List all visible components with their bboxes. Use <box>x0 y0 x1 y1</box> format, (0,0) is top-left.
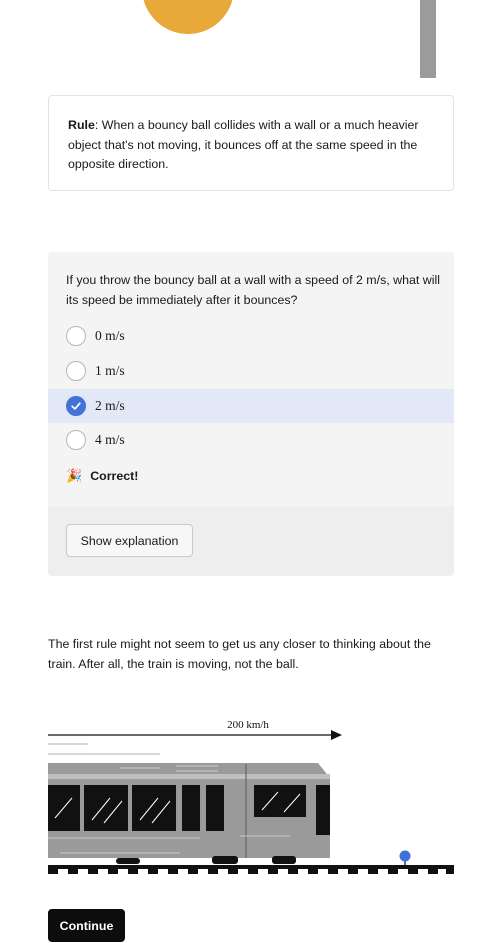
check-icon[interactable] <box>66 396 86 416</box>
option-3[interactable]: 4 m/s <box>48 423 454 457</box>
option-label: 2 m/s <box>95 398 125 413</box>
question-text: If you throw the bouncy ball at a wall w… <box>66 273 440 307</box>
rule-card: Rule: When a bouncy ball collides with a… <box>48 95 454 191</box>
option-label: 4 m/s <box>95 432 125 447</box>
ball-icon <box>399 850 411 862</box>
rail-track <box>48 865 454 874</box>
show-explanation-button[interactable]: Show explanation <box>66 524 193 557</box>
feedback-correct: 🎉 Correct! <box>66 468 138 484</box>
option-0[interactable]: 0 m/s <box>48 319 454 353</box>
option-label: 1 m/s <box>95 363 125 378</box>
option-label: 0 m/s <box>95 328 125 343</box>
bouncy-ball-illustration <box>142 0 234 34</box>
rule-label: Rule <box>68 118 95 132</box>
motion-lines <box>48 743 160 755</box>
option-2[interactable]: 2 m/s <box>48 389 454 423</box>
continue-button[interactable]: Continue <box>48 909 125 942</box>
speed-label: 200 km/h <box>227 719 269 731</box>
train-diagram: 200 km/h <box>48 719 454 874</box>
explanation-area: Show explanation <box>48 506 454 576</box>
radio-button[interactable] <box>66 326 86 346</box>
quiz-card: If you throw the bouncy ball at a wall w… <box>48 252 454 576</box>
train <box>48 763 330 864</box>
body-paragraph: The first rule might not seem to get us … <box>48 637 431 671</box>
feedback-text: Correct! <box>90 469 139 483</box>
radio-button[interactable] <box>66 361 86 381</box>
party-popper-icon: 🎉 <box>66 468 83 483</box>
arrow-head-icon <box>331 730 342 740</box>
option-1[interactable]: 1 m/s <box>48 354 454 388</box>
radio-button[interactable] <box>66 430 86 450</box>
rule-text: : When a bouncy ball collides with a wal… <box>68 118 419 171</box>
wall-illustration <box>420 0 436 78</box>
